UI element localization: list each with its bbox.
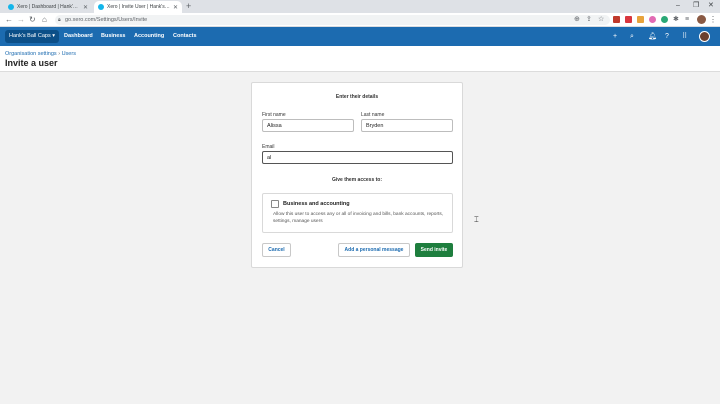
bell-icon[interactable]: 🔔︎ [648, 27, 657, 46]
restore-icon[interactable]: ❐ [693, 0, 699, 12]
user-avatar[interactable] [699, 31, 710, 42]
org-switcher[interactable]: Hank's Ball Caps ▾ [5, 30, 60, 43]
business-accounting-checkbox[interactable] [271, 200, 279, 208]
extension-red-icon[interactable] [613, 16, 620, 23]
browser-tab-invite-user[interactable]: Xero | Invite User | Hank's Ball C ✕ [94, 1, 182, 13]
browser-toolbar: ← → ↻ ⌂ 🔒︎ go.xero.com/Settings/Users/In… [0, 13, 720, 27]
nav-contacts[interactable]: Contacts [173, 27, 197, 46]
details-heading: Enter their details [335, 94, 379, 100]
xero-top-nav: Hank's Ball Caps ▾ Dashboard Business Ac… [0, 27, 720, 46]
mouse-cursor-icon: ⌶ [474, 215, 479, 224]
first-name-field[interactable] [262, 119, 354, 132]
add-personal-message-button[interactable]: Add a personal message [338, 243, 410, 257]
last-name-field[interactable] [361, 119, 453, 132]
access-option-title: Business and accounting [283, 201, 350, 207]
extension-pink-icon[interactable] [649, 16, 656, 23]
browser-menu-icon[interactable]: ⋮ [709, 14, 717, 25]
browser-profile-avatar[interactable] [697, 15, 706, 24]
address-bar[interactable]: 🔒︎ go.xero.com/Settings/Users/Invite [55, 15, 610, 25]
close-window-icon[interactable]: ✕ [708, 0, 714, 12]
org-name: Hank's Ball Caps [9, 33, 51, 39]
close-tab-icon[interactable]: ✕ [83, 4, 88, 11]
first-name-label: First name [262, 112, 286, 118]
extensions-puzzle-icon[interactable]: ✱ [673, 14, 679, 25]
nav-dashboard[interactable]: Dashboard [64, 27, 93, 46]
cancel-button[interactable]: Cancel [262, 243, 291, 257]
share-icon[interactable]: ⇪ [586, 14, 592, 25]
tab-title: Xero | Invite User | Hank's Ball C [107, 4, 170, 10]
plus-icon[interactable]: + [613, 27, 617, 46]
bookmark-star-icon[interactable]: ☆ [598, 14, 604, 25]
new-tab-icon[interactable]: + [186, 1, 191, 12]
nav-accounting[interactable]: Accounting [134, 27, 164, 46]
xero-favicon-icon [98, 4, 104, 10]
page-header: Organisation settings › Users Invite a u… [0, 46, 720, 72]
access-option-description: Allow this user to access any or all of … [273, 212, 444, 224]
email-label: Email [262, 144, 275, 150]
email-field[interactable] [262, 151, 453, 164]
lock-icon: 🔒︎ [58, 17, 61, 23]
media-icon[interactable]: ≡ [685, 14, 689, 25]
send-invite-button[interactable]: Send invite [415, 243, 453, 257]
extension-green-icon[interactable] [661, 16, 668, 23]
back-icon[interactable]: ← [5, 14, 13, 26]
reload-icon[interactable]: ↻ [29, 14, 36, 26]
page-title: Invite a user [5, 58, 58, 68]
browser-tab-strip: Xero | Dashboard | Hank's Ball Ca ✕ Xero… [0, 0, 720, 13]
xero-favicon-icon [8, 4, 14, 10]
minimize-icon[interactable]: – [676, 0, 680, 12]
access-heading: Give them access to: [331, 177, 383, 183]
last-name-label: Last name [361, 112, 385, 118]
invite-user-form: Enter their details First name Last name… [251, 82, 463, 268]
url-text: go.xero.com/Settings/Users/Invite [65, 17, 148, 23]
nav-business[interactable]: Business [101, 27, 125, 46]
browser-tab-dashboard[interactable]: Xero | Dashboard | Hank's Ball Ca ✕ [4, 1, 92, 13]
search-icon[interactable]: ⌕ [630, 27, 634, 46]
tab-title: Xero | Dashboard | Hank's Ball Ca [17, 4, 80, 10]
apps-grid-icon[interactable]: ⠿ [682, 27, 687, 46]
breadcrumb: Organisation settings › Users [5, 51, 76, 57]
home-icon[interactable]: ⌂ [42, 14, 47, 26]
breadcrumb-separator: › [58, 51, 61, 57]
access-option-business-accounting[interactable]: Business and accounting Allow this user … [262, 193, 453, 233]
extension-orange-icon[interactable] [637, 16, 644, 23]
help-icon[interactable]: ? [665, 27, 669, 46]
extension-pdf-icon[interactable] [625, 16, 632, 23]
forward-icon[interactable]: → [17, 14, 25, 26]
breadcrumb-organisation-settings[interactable]: Organisation settings [5, 51, 57, 57]
chevron-down-icon: ▾ [52, 33, 56, 39]
close-tab-icon[interactable]: ✕ [173, 4, 178, 11]
zoom-icon[interactable]: ⊕ [574, 14, 580, 25]
breadcrumb-users[interactable]: Users [62, 51, 76, 57]
